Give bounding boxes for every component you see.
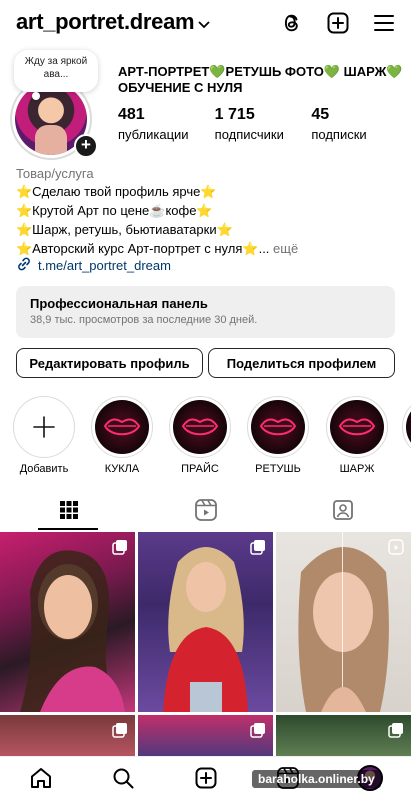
highlight-price[interactable]: ПРАЙС (167, 396, 233, 475)
stat-followers[interactable]: 1 715 подписчики (215, 106, 312, 142)
grid-icon (59, 500, 79, 525)
stat-posts-label: публикации (118, 127, 189, 142)
profile-link[interactable]: t.me/art_portret_dream (16, 256, 171, 275)
highlight-more[interactable]: А (400, 396, 411, 475)
highlight-label: РЕТУШЬ (255, 463, 301, 475)
profile-category: Товар/услуга (16, 166, 94, 181)
reels-icon (194, 498, 218, 527)
highlight-label: ПРАЙС (181, 463, 219, 475)
post-thumbnail[interactable] (138, 715, 273, 760)
account-switcher[interactable]: art_portret.dream (16, 9, 210, 35)
plus-icon (17, 400, 71, 454)
carousel-icon (250, 722, 266, 743)
threads-icon[interactable] (279, 10, 305, 36)
post-thumbnail[interactable] (276, 532, 411, 712)
stat-posts[interactable]: 481 публикации (118, 106, 215, 142)
post-thumbnail[interactable] (276, 715, 411, 760)
professional-dashboard[interactable]: Профессиональная панель 38,9 тыс. просмо… (16, 286, 395, 338)
stat-following[interactable]: 45 подписки (311, 106, 408, 142)
home-icon[interactable] (28, 765, 54, 791)
highlight-label: ШАРЖ (339, 463, 375, 475)
bio-line: ⭐️Шарж, ретушь, бьютиаватарки⭐️ (16, 222, 233, 237)
active-tab-indicator (38, 528, 98, 530)
highlight-retouch[interactable]: РЕТУШЬ (245, 396, 311, 475)
chevron-down-icon (198, 16, 210, 32)
carousel-icon (250, 539, 266, 560)
panel-title: Профессиональная панель (30, 296, 208, 311)
carousel-icon (388, 722, 404, 743)
note-text: Жду за яркой ава... (24, 56, 88, 80)
stat-followers-count: 1 715 (214, 106, 255, 123)
highlight-add[interactable]: Добавить (11, 396, 77, 475)
reel-icon (388, 539, 404, 560)
highlight-label: Добавить (19, 463, 69, 475)
create-post-icon[interactable] (193, 765, 219, 791)
story-highlights: Добавить КУКЛА ПРАЙС РЕТУШЬ ШАРЖ А (0, 396, 411, 476)
note-bubble-tail (32, 92, 40, 100)
menu-icon[interactable] (371, 10, 397, 36)
stat-posts-count: 481 (118, 106, 145, 123)
share-profile-button[interactable]: Поделиться профилем (208, 348, 395, 378)
add-story-icon[interactable]: + (74, 134, 98, 158)
profile-tabs (0, 494, 411, 530)
stat-following-label: подписки (311, 127, 367, 142)
carousel-icon (112, 539, 128, 560)
highlight-sharzh[interactable]: ШАРЖ (324, 396, 390, 475)
bio-line: ⭐️Сделаю твой профиль ярче⭐️ (16, 184, 217, 199)
username: art_portret.dream (16, 9, 195, 34)
note-bubble[interactable]: Жду за яркой ава... (14, 50, 98, 92)
tagged-user-icon (331, 498, 355, 527)
link-icon (16, 256, 32, 275)
profile-bio: ⭐️Сделаю твой профиль ярче⭐️ ⭐️Крутой Ар… (16, 182, 401, 258)
panel-subtitle: 38,9 тыс. просмотров за последние 30 дне… (30, 314, 258, 326)
profile-stats: 481 публикации 1 715 подписчики 45 подпи… (118, 106, 408, 142)
tab-tagged[interactable] (274, 494, 411, 530)
post-thumbnail[interactable] (0, 532, 135, 712)
carousel-icon (112, 722, 128, 743)
display-name: АРТ-ПОРТРЕТ💚РЕТУШЬ ФОТО💚 ШАРЖ💚ОБУЧЕНИЕ С… (118, 64, 403, 95)
edit-profile-button[interactable]: Редактировать профиль (16, 348, 203, 378)
watermark: baraholka.onliner.by (252, 770, 381, 788)
neon-lips-icon (251, 400, 305, 454)
post-grid (0, 532, 411, 760)
post-thumbnail[interactable] (138, 532, 273, 712)
highlight-label: КУКЛА (104, 463, 140, 475)
bio-line-text: ⭐️Авторский курс Арт-портрет с нуля⭐️... (16, 241, 270, 256)
create-post-icon[interactable] (325, 10, 351, 36)
top-bar: art_portret.dream (0, 0, 411, 48)
search-icon[interactable] (110, 765, 136, 791)
link-text: t.me/art_portret_dream (38, 258, 171, 273)
neon-lips-icon (406, 400, 411, 454)
bio-line: ⭐️Крутой Арт по цене☕️кофе⭐️ (16, 203, 213, 218)
tab-reels[interactable] (137, 494, 274, 530)
bio-more-link[interactable]: ещё (269, 241, 298, 256)
neon-lips-icon (95, 400, 149, 454)
stat-following-count: 45 (311, 106, 330, 123)
highlight-label: А (400, 463, 411, 475)
tab-posts[interactable] (0, 494, 137, 530)
post-thumbnail[interactable] (0, 715, 135, 760)
highlight-kukla[interactable]: КУКЛА (89, 396, 155, 475)
stat-followers-label: подписчики (214, 127, 284, 142)
neon-lips-icon (330, 400, 384, 454)
neon-lips-icon (173, 400, 227, 454)
